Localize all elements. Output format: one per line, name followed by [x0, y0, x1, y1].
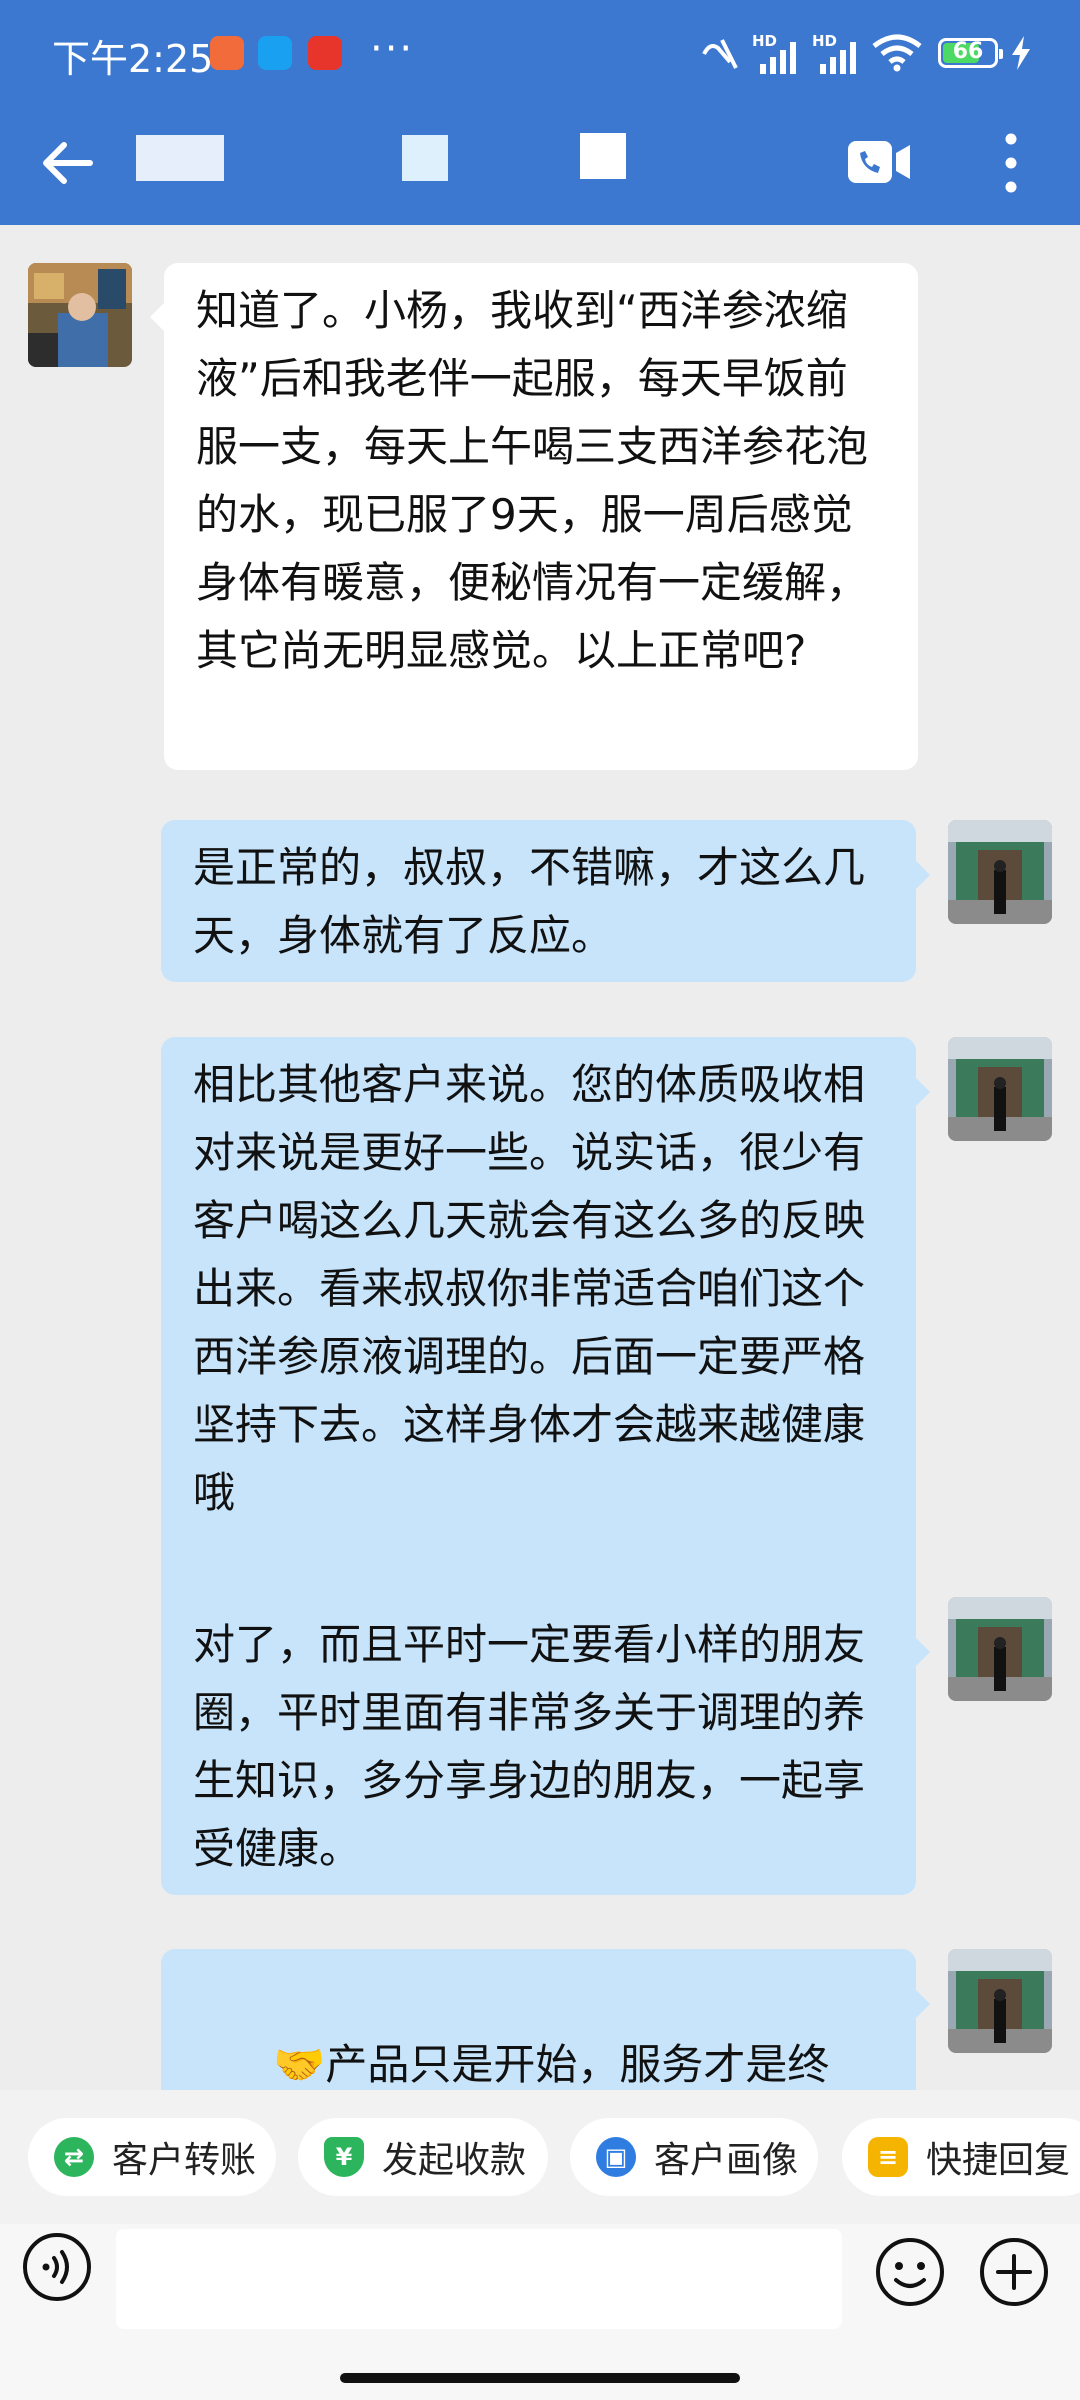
charging-icon [1012, 36, 1030, 70]
message-bubble[interactable]: 🤝产品只是开始，服务才是终身，您在饮用期间，我也会不定时的给 [161, 1949, 916, 2090]
signal-icon-2 [820, 40, 856, 74]
battery-icon: 66 [938, 38, 1003, 68]
request-payment-label: 发起收款 [382, 2140, 527, 2181]
chat-navbar [0, 105, 1080, 225]
quick-reply-label: 快捷回复 [926, 2140, 1071, 2181]
transfer-icon: ⇄ [54, 2137, 94, 2177]
payment-shield-icon: ¥ [324, 2137, 364, 2177]
message-bubble[interactable]: 知道了。小杨，我收到“西洋参浓缩液”后和我老伴一起服，每天早饭前服一支，每天上午… [164, 263, 918, 770]
my-avatar[interactable] [948, 820, 1052, 924]
vibrate-icon [702, 39, 738, 69]
chat-notification-icon [258, 36, 292, 70]
my-avatar[interactable] [948, 1949, 1052, 2053]
status-bar: 下午2:25 ··· HD HD 66 [0, 0, 1080, 105]
voice-icon[interactable] [22, 2232, 92, 2302]
video-call-icon[interactable] [846, 137, 912, 187]
status-time: 下午2:25 [52, 37, 214, 81]
emoji-icon[interactable] [874, 2236, 946, 2308]
message-input[interactable] [116, 2229, 842, 2329]
plus-icon[interactable] [978, 2236, 1050, 2308]
signal-icon-1 [760, 40, 796, 74]
my-avatar[interactable] [948, 1597, 1052, 1701]
chat-area[interactable]: 知道了。小杨，我收到“西洋参浓缩液”后和我老伴一起服，每天早饭前服一支，每天上午… [0, 225, 1080, 2090]
profile-card-icon: ▣ [596, 2137, 636, 2177]
news-notification-icon [308, 36, 342, 70]
battery-level: 66 [952, 39, 984, 64]
customer-profile-button[interactable]: ▣ 客户画像 [570, 2118, 818, 2196]
more-menu-icon[interactable] [996, 131, 1026, 195]
contact-avatar[interactable] [28, 263, 132, 367]
wifi-icon [872, 34, 922, 72]
app-notification-icon [210, 36, 244, 70]
handshake-emoji: 🤝 [273, 2040, 326, 2089]
request-payment-button[interactable]: ¥ 发起收款 [298, 2118, 548, 2196]
top-bar: 下午2:25 ··· HD HD 66 [0, 0, 1080, 225]
home-indicator[interactable] [340, 2373, 740, 2383]
customer-transfer-button[interactable]: ⇄ 客户转账 [28, 2118, 276, 2196]
more-notifications-icon: ··· [370, 26, 415, 72]
quick-action-bar[interactable]: ⇄ 客户转账 ¥ 发起收款 ▣ 客户画像 ≡ 快捷回复 [0, 2090, 1080, 2224]
message-bubble[interactable]: 是正常的，叔叔，不错嘛，才这么几天，身体就有了反应。 [161, 820, 916, 982]
quick-reply-icon: ≡ [868, 2137, 908, 2177]
quick-reply-button[interactable]: ≡ 快捷回复 [842, 2118, 1080, 2196]
message-bubble[interactable]: 对了，而且平时一定要看小样的朋友圈，平时里面有非常多关于调理的养生知识，多分享身… [161, 1597, 916, 1895]
back-arrow-icon[interactable] [38, 133, 98, 193]
input-bar [0, 2224, 1080, 2400]
customer-profile-label: 客户画像 [654, 2140, 799, 2181]
my-avatar[interactable] [948, 1037, 1052, 1141]
customer-transfer-label: 客户转账 [112, 2140, 257, 2181]
